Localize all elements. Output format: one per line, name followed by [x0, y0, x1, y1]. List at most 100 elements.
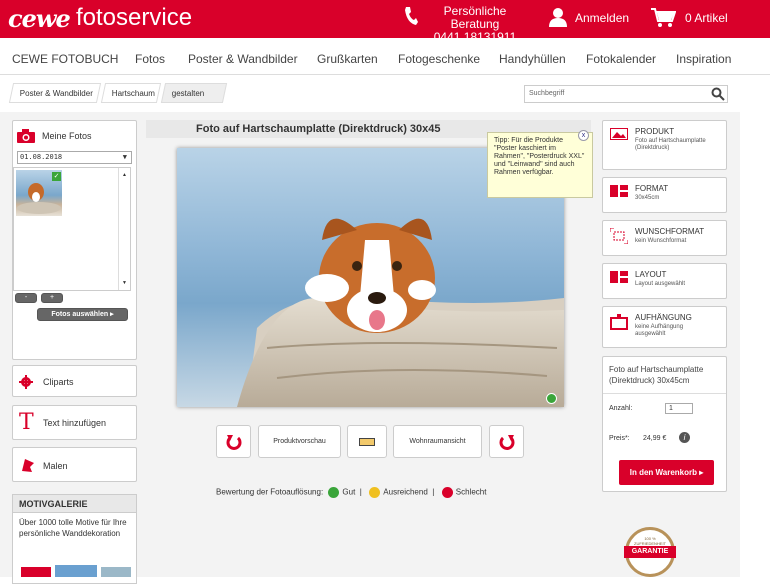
breadcrumb-current: gestalten [160, 83, 228, 103]
room-view-button[interactable]: Wohnraumansicht [393, 425, 482, 458]
product-preview-button[interactable]: Produktvorschau [258, 425, 341, 458]
nav-fotos[interactable]: Fotos [135, 52, 165, 66]
option-hanging-value: keine Aufhängung ausgewählt [635, 324, 684, 337]
rating-bad: Schlecht [455, 487, 487, 497]
scroll-up-icon[interactable]: ▲ [122, 172, 127, 178]
cliparts-label: Cliparts [43, 377, 74, 387]
login-link[interactable]: Anmelden [575, 11, 629, 25]
text-icon: T [19, 410, 34, 435]
cart-icon[interactable] [650, 7, 676, 29]
main-nav: CEWE FOTOBUCH Fotos Poster & Wandbilder … [0, 38, 770, 75]
frame-view-button[interactable] [347, 425, 387, 458]
nav-poster[interactable]: Poster & Wandbilder [188, 52, 298, 66]
my-photos-label[interactable]: Meine Fotos [42, 131, 92, 141]
layout-icon [610, 271, 628, 283]
rating-label: Bewertung der Fotoauflösung: [216, 487, 324, 497]
smiley-good-icon [328, 487, 340, 498]
select-photos-button[interactable]: Fotos auswählen ▸ [37, 308, 128, 321]
cart-count[interactable]: 0 Artikel [685, 11, 728, 25]
consulting-label: Persönliche Beratung [443, 4, 507, 31]
date-value: 01.08.2018 [20, 153, 63, 161]
phone-icon [405, 7, 418, 25]
summary-text: Foto auf Hartschaumplatte (Direktdruck) … [609, 365, 704, 385]
rotate-left-button[interactable] [216, 425, 251, 458]
zoom-out-button[interactable]: - [15, 293, 37, 303]
option-layout[interactable]: LAYOUT Layout ausgewählt [602, 263, 727, 299]
add-to-cart-label: In den Warenkorb [629, 468, 697, 477]
gallery-thumbnail[interactable] [55, 565, 97, 577]
tip-tooltip: Tipp: Für die Produkte "Poster kaschiert… [487, 130, 593, 198]
rotate-right-button[interactable] [489, 425, 524, 458]
option-custom-format-value: kein Wunschformat [635, 238, 687, 244]
option-layout-title: LAYOUT [635, 270, 667, 279]
option-format-title: FORMAT [635, 184, 669, 193]
chevron-down-icon: ▼ [122, 153, 127, 161]
gallery-thumbnail[interactable] [21, 567, 51, 577]
cewe-logo[interactable]: cewe [8, 4, 71, 33]
option-product[interactable]: PRODUKT Foto auf Hartschaumplatte (Direk… [602, 120, 727, 170]
option-format[interactable]: FORMAT 30x45cm [602, 177, 727, 213]
breadcrumb-item[interactable]: Hartschaum [100, 83, 162, 103]
frame-icon [359, 438, 375, 446]
camera-icon [17, 129, 35, 143]
resize-icon [610, 228, 628, 244]
option-custom-format[interactable]: WUNSCHFORMAT kein Wunschformat [602, 220, 727, 256]
tip-text: Tipp: Für die Produkte "Poster kaschiert… [494, 137, 585, 176]
nav-inspiration[interactable]: Inspiration [676, 52, 731, 66]
option-custom-format-title: WUNSCHFORMAT [635, 227, 705, 236]
nav-handyhuellen[interactable]: Handyhüllen [499, 52, 566, 66]
rating-good: Gut [342, 487, 356, 497]
format-icon [610, 185, 628, 197]
add-text-button[interactable]: T Text hinzufügen [12, 405, 137, 440]
price-value: 24,99 € [643, 435, 667, 442]
select-photos-label: Fotos auswählen [51, 311, 109, 318]
price-label: Preis*: [609, 435, 630, 442]
user-icon[interactable] [548, 7, 568, 27]
breadcrumb-item[interactable]: Poster & Wandbilder [8, 83, 102, 103]
top-header: cewe fotoservice Persönliche Beratung 04… [0, 0, 770, 44]
date-select[interactable]: 01.08.2018 ▼ [17, 151, 132, 164]
option-layout-value: Layout ausgewählt [635, 281, 686, 287]
divider [603, 393, 726, 394]
product-title: Foto auf Hartschaumplatte (Direktdruck) … [196, 123, 441, 135]
cliparts-button[interactable]: Cliparts [12, 365, 137, 397]
badge-top: 100 % ZUFRIEDENHEIT [634, 536, 666, 546]
gallery-description: Über 1000 tolle Motive für Ihre persönli… [19, 518, 127, 538]
option-format-value: 30x45cm [635, 195, 660, 201]
rating-ok: Ausreichend [383, 487, 428, 497]
gear-icon [19, 375, 33, 389]
scrollbar[interactable]: ▲ ▼ [118, 168, 130, 290]
search-input[interactable]: Suchbegriff [524, 85, 728, 103]
gallery-title: MOTIVGALERIE [13, 495, 136, 513]
close-icon[interactable]: x [578, 130, 589, 141]
image-icon [610, 128, 628, 140]
gallery-thumbnail[interactable] [101, 567, 131, 577]
guarantee-badge: 100 % ZUFRIEDENHEIT GARANTIE [624, 527, 676, 577]
rotate-left-icon [226, 435, 241, 450]
guarantee-ribbon: GARANTIE [624, 546, 676, 558]
quantity-input[interactable]: 1 [665, 403, 693, 414]
smiley-ok-icon [369, 487, 381, 498]
search-icon[interactable] [711, 87, 725, 101]
motive-gallery[interactable]: MOTIVGALERIE Über 1000 tolle Motive für … [12, 494, 137, 584]
palette-icon [22, 459, 34, 472]
add-to-cart-button[interactable]: In den Warenkorb ▸ [619, 460, 714, 485]
paint-label: Malen [43, 461, 68, 471]
nav-fotokalender[interactable]: Fotokalender [586, 52, 656, 66]
zoom-in-button[interactable]: + [41, 293, 63, 303]
checkmark-icon: ✓ [52, 172, 61, 181]
quantity-label: Anzahl: [609, 405, 633, 412]
nav-fotobuch[interactable]: CEWE FOTOBUCH [12, 52, 118, 66]
option-hanging-title: AUFHÄNGUNG [635, 313, 692, 322]
nav-fotogeschenke[interactable]: Fotogeschenke [398, 52, 480, 66]
scroll-down-icon[interactable]: ▼ [122, 280, 127, 286]
nav-grusskarten[interactable]: Grußkarten [317, 52, 378, 66]
add-text-label: Text hinzufügen [43, 418, 107, 428]
logo-suffix[interactable]: fotoservice [76, 4, 192, 32]
info-icon[interactable]: i [679, 432, 690, 443]
rotate-right-icon [499, 435, 514, 450]
paint-button[interactable]: Malen [12, 447, 137, 482]
resolution-rating: Bewertung der Fotoauflösung: Gut | Ausre… [216, 487, 487, 498]
photo-list[interactable]: ✓ ▲ ▼ [13, 167, 131, 291]
option-hanging[interactable]: AUFHÄNGUNG keine Aufhängung ausgewählt [602, 306, 727, 348]
